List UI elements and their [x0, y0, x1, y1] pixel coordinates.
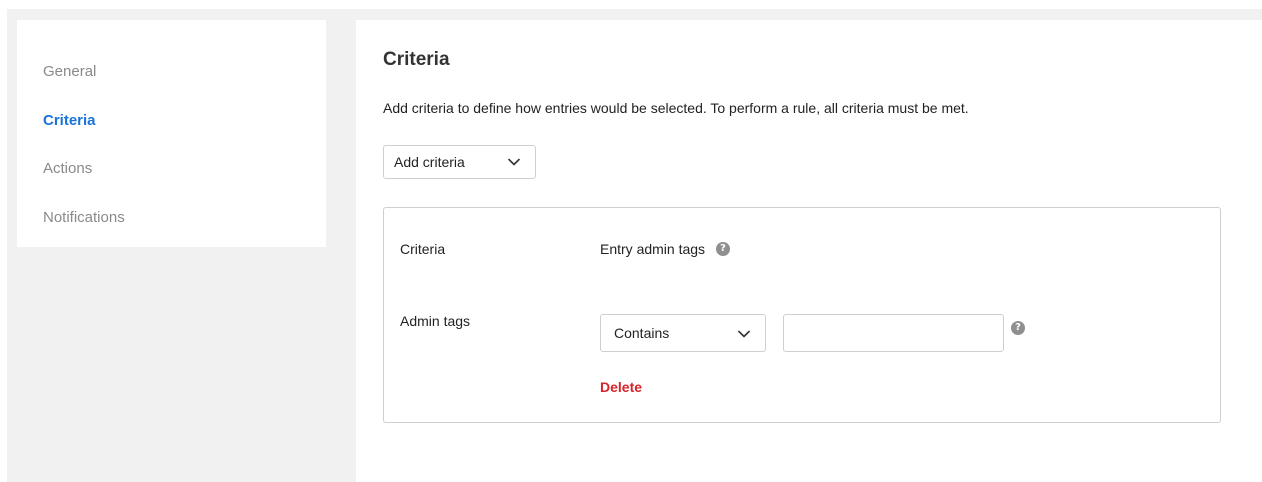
help-icon[interactable]: ? [716, 242, 731, 256]
main-panel: Criteria Add criteria to define how entr… [356, 20, 1262, 482]
app-root: General Criteria Actions Notifications C… [7, 9, 1262, 482]
operator-selected-value: Contains [614, 325, 670, 341]
add-criteria-dropdown-button[interactable]: Add criteria [383, 145, 536, 179]
criteria-value-row: Entry admin tags ? [600, 241, 731, 257]
add-criteria-label: Add criteria [394, 154, 465, 170]
sidebar-item-general[interactable]: General [43, 63, 96, 80]
sidebar-item-notifications[interactable]: Notifications [43, 209, 125, 226]
admin-tags-input[interactable] [783, 314, 1004, 352]
page-description: Add criteria to define how entries would… [383, 100, 969, 116]
page-title: Criteria [383, 49, 450, 70]
sidebar-nav: General Criteria Actions Notifications [17, 20, 326, 247]
help-icon[interactable]: ? [1011, 321, 1025, 335]
sidebar-item-criteria[interactable]: Criteria [43, 112, 96, 129]
criteria-field-label: Criteria [400, 241, 446, 257]
criteria-value-text: Entry admin tags [600, 241, 706, 257]
operator-select[interactable]: Contains [600, 314, 766, 352]
sidebar-item-actions[interactable]: Actions [43, 160, 92, 177]
chevron-down-icon [508, 158, 520, 166]
admin-tags-label: Admin tags [400, 313, 471, 329]
chevron-down-icon [738, 330, 750, 338]
criteria-card: Criteria Entry admin tags ? Admin tags C… [383, 207, 1221, 423]
delete-criteria-link[interactable]: Delete [600, 379, 642, 395]
